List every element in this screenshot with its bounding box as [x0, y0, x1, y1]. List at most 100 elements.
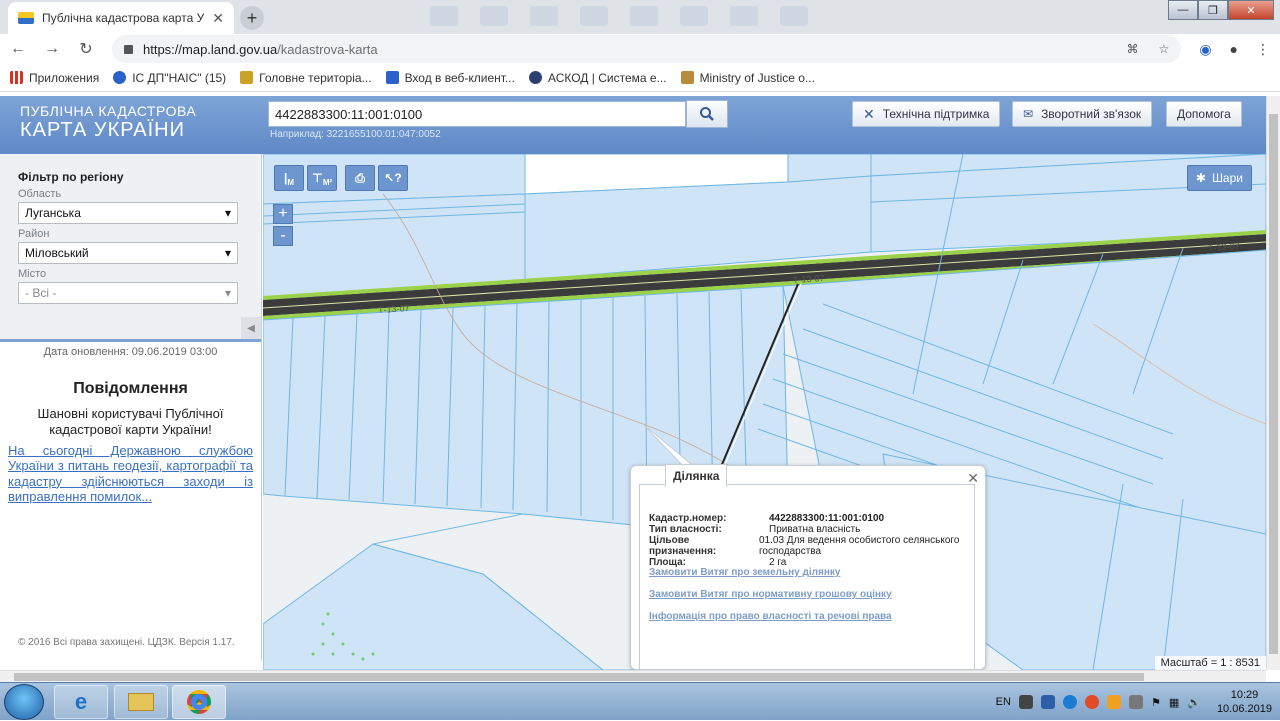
oblast-select[interactable]: Луганська ▾ — [18, 202, 238, 224]
bookmark-webclient[interactable]: Вход в веб-клиент... — [385, 70, 515, 85]
bookmark-label: ІС ДП"НАІС" (15) — [132, 70, 227, 85]
dropdown-arrow-icon: ▾ — [224, 246, 231, 260]
bookmark-label: Вход в веб-клиент... — [404, 70, 515, 85]
rayon-label: Район — [18, 228, 50, 240]
oblast-value: Луганська — [25, 206, 81, 220]
zoom-in-button[interactable]: + — [273, 204, 293, 224]
cadastral-number-key: Кадастр.номер: — [649, 513, 727, 524]
clock-time: 10:29 — [1230, 689, 1259, 701]
chrome-icon — [187, 690, 211, 714]
account-icon[interactable]: ● — [1230, 41, 1238, 57]
vertical-scrollbar[interactable] — [1266, 96, 1280, 670]
area-icon: ⊤ — [311, 171, 323, 185]
rayon-value: Міловський — [25, 246, 89, 260]
popup-tab-parcel[interactable]: Ділянка — [665, 464, 728, 487]
layers-label: Шари — [1211, 171, 1243, 185]
bookmark-askod[interactable]: АСКОД | Система е... — [528, 71, 667, 85]
tray-icon[interactable] — [1040, 695, 1055, 709]
explorer-taskbar-button[interactable] — [114, 685, 168, 719]
cursor-question-icon: ↖? — [384, 171, 402, 185]
window-thumb — [780, 6, 808, 26]
maximize-button[interactable]: ❐ — [1198, 0, 1228, 20]
identify-button[interactable]: ↖? — [378, 165, 408, 191]
new-tab-button[interactable]: + — [240, 6, 264, 30]
dropdown-arrow-icon: ▾ — [224, 206, 231, 220]
site-favicon-icon — [18, 12, 34, 24]
ownership-info-link[interactable]: Інформація про право власності та речові… — [649, 611, 892, 622]
notice-link[interactable]: На сьогодні Державною службою України з … — [8, 443, 253, 505]
extension-icon[interactable]: ◉ — [1199, 41, 1211, 58]
window-thumb — [730, 6, 758, 26]
language-indicator[interactable]: EN — [996, 696, 1011, 708]
bookmark-nais[interactable]: ІС ДП"НАІС" (15) — [113, 71, 226, 85]
ruler-tool-button[interactable]: | M — [274, 165, 304, 191]
envelope-icon: ✉ — [1023, 107, 1034, 121]
chrome-taskbar-button[interactable] — [172, 685, 226, 719]
site-logo[interactable]: ПУБЛІЧНА КАДАСТРОВА КАРТА УКРАЇНИ — [20, 103, 197, 141]
search-hint: Наприклад: 3221655100:01:047:0052 — [270, 129, 441, 140]
purpose-value: 01.03 Для ведення особистого селянського… — [759, 535, 960, 557]
rayon-select[interactable]: Міловський ▾ — [18, 242, 238, 264]
area-tool-button[interactable]: ⊤ M² — [307, 165, 337, 191]
clock-date: 10.06.2019 — [1216, 703, 1272, 715]
translate-icon[interactable]: ⌘ — [1127, 42, 1139, 56]
cadastral-search-input[interactable]: 4422883300:11:001:0100 — [268, 101, 686, 127]
url-path: /kadastrova-karta — [277, 41, 378, 57]
window-thumb — [630, 6, 658, 26]
layers-button[interactable]: ✱ Шари — [1186, 165, 1252, 191]
lock-icon — [124, 44, 133, 54]
filter-title: Фільтр по регіону — [18, 170, 124, 184]
back-icon[interactable]: ← — [10, 40, 26, 58]
bookmark-star-icon[interactable]: ☆ — [1159, 42, 1170, 56]
tray-icon[interactable] — [1018, 695, 1033, 709]
collapse-panel-button[interactable]: ◀ — [241, 317, 261, 339]
address-bar[interactable]: https://map.land.gov.ua /kadastrova-kart… — [112, 35, 1182, 63]
logo-line1: ПУБЛІЧНА КАДАСТРОВА — [20, 103, 197, 119]
forward-icon[interactable]: → — [44, 40, 60, 58]
tray-icon[interactable] — [1062, 695, 1077, 709]
tray-icon[interactable] — [1106, 695, 1121, 709]
support-button[interactable]: ✕ Технічна підтримка — [852, 101, 1001, 127]
flag-icon[interactable]: ⚑ — [1151, 696, 1161, 709]
network-icon[interactable]: ▦ — [1169, 696, 1179, 709]
url-host: https://map.land.gov.ua — [143, 41, 278, 57]
askod-icon — [528, 71, 542, 84]
city-value: - Всі - — [25, 286, 57, 300]
feedback-button[interactable]: ✉ Зворотний зв'язок — [1012, 101, 1153, 127]
city-select[interactable]: - Всі - ▾ — [18, 282, 238, 304]
window-close-button[interactable]: ✕ — [1228, 0, 1274, 20]
minimize-button[interactable]: — — [1168, 0, 1198, 20]
dropdown-arrow-icon: ▾ — [224, 286, 231, 300]
search-button[interactable] — [686, 100, 728, 128]
parcel-popup: ✕ Ділянка Кадастр.номер: 4422883300:11:00… — [630, 464, 986, 670]
zoom-out-button[interactable]: - — [273, 226, 293, 246]
clock[interactable]: 10:29 10.06.2019 — [1217, 688, 1272, 716]
window-thumb — [580, 6, 608, 26]
horizontal-scrollbar[interactable] — [0, 670, 1266, 682]
tray-icon[interactable] — [1084, 695, 1099, 709]
order-extract-link[interactable]: Замовити Витяг про земельну ділянку — [649, 567, 840, 578]
tab-close-icon[interactable]: ✕ — [212, 10, 224, 27]
start-button[interactable] — [4, 684, 44, 720]
nais-icon — [113, 71, 127, 84]
bookmark-apps[interactable]: Приложения — [10, 71, 99, 85]
bookmark-label: Головне територіа... — [259, 70, 372, 85]
browser-tab[interactable]: Публічна кадастрова карта Укр ✕ — [8, 2, 234, 34]
tab-title: Публічна кадастрова карта Укр — [42, 11, 205, 25]
scrollbar-thumb[interactable] — [1269, 114, 1278, 654]
ie-icon: e — [74, 689, 88, 714]
folder-icon — [128, 693, 154, 711]
help-button[interactable]: Допомога — [1166, 101, 1242, 127]
order-valuation-link[interactable]: Замовити Витяг про нормативну грошову оц… — [649, 589, 892, 600]
menu-icon[interactable]: ⋮ — [1256, 41, 1270, 58]
tray-icon[interactable] — [1128, 695, 1143, 709]
ie-taskbar-button[interactable]: e — [54, 685, 108, 719]
ownership-value: Приватна власність — [769, 524, 861, 535]
bookmark-territory[interactable]: Головне територіа... — [240, 70, 372, 85]
purpose-key: Цільове призначення: — [649, 535, 717, 557]
bookmark-ministry[interactable]: Ministry of Justice o... — [680, 71, 815, 85]
reload-icon[interactable]: ↻ — [78, 39, 94, 59]
print-button[interactable]: ⎙ — [345, 165, 375, 191]
volume-icon[interactable]: 🔈 — [1187, 696, 1201, 709]
scrollbar-thumb[interactable] — [14, 673, 1144, 681]
